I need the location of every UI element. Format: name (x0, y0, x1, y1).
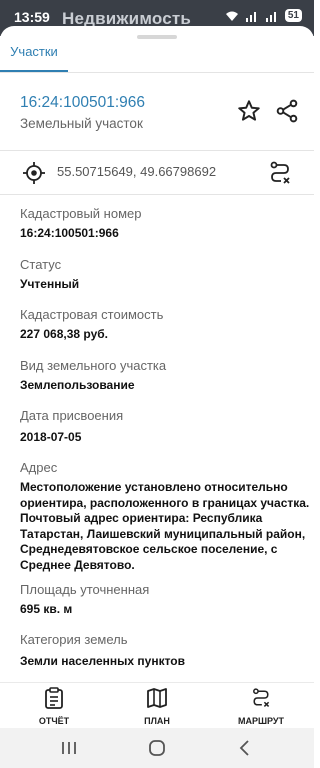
recent-apps-icon[interactable] (60, 738, 78, 758)
wifi-icon (225, 11, 238, 21)
status-time: 13:59 (14, 9, 50, 25)
field-value-address: Местоположение установлено относительно … (20, 480, 310, 572)
report-icon (45, 687, 63, 709)
share-icon[interactable] (274, 98, 300, 124)
field-label-area: Площадь уточненная (20, 582, 150, 597)
field-value-assignment-date: 2018-07-05 (20, 430, 82, 444)
nav-report[interactable]: ОТЧЁТ (36, 687, 72, 726)
nav-report-label: ОТЧЁТ (38, 716, 70, 726)
field-label-status: Статус (20, 257, 62, 272)
divider (0, 150, 314, 151)
field-value-area: 695 кв. м (20, 602, 73, 616)
field-label-address: Адрес (20, 460, 58, 475)
divider (0, 194, 314, 195)
parcel-type: Земельный участок (20, 116, 143, 131)
field-label-land-category: Категория земель (20, 632, 128, 647)
field-label-assignment-date: Дата присвоения (20, 408, 124, 423)
field-value-cadastral-value: 227 068,38 руб. (20, 327, 108, 341)
field-label-land-type: Вид земельного участка (20, 358, 167, 373)
status-icons: 51 (225, 9, 302, 22)
map-icon (147, 688, 167, 708)
location-target-icon[interactable] (22, 161, 46, 185)
favorite-star-icon[interactable] (236, 98, 262, 124)
cadastral-number-title: 16:24:100501:966 (20, 94, 145, 111)
drag-handle[interactable] (137, 35, 177, 39)
field-value-land-category: Земли населенных пунктов (20, 654, 186, 668)
field-value-cadastral-number: 16:24:100501:966 (20, 226, 119, 240)
system-navigation-bar (0, 728, 314, 768)
battery-indicator: 51 (284, 9, 302, 22)
tab-parcels[interactable]: Участки (0, 44, 68, 70)
signal-icon (245, 11, 256, 22)
nav-route-label: МАРШРУТ (237, 716, 285, 726)
signal-icon (265, 11, 276, 22)
nav-plan-label: ПЛАН (144, 716, 170, 726)
nav-plan[interactable]: ПЛАН (139, 687, 175, 726)
field-label-cadastral-number: Кадастровый номер (20, 206, 142, 221)
back-icon[interactable] (236, 738, 254, 758)
home-icon[interactable] (147, 738, 167, 758)
field-label-cadastral-value: Кадастровая стоимость (20, 307, 164, 322)
field-value-status: Учтенный (20, 277, 80, 291)
bottom-navigation: ОТЧЁТ ПЛАН МАРШРУТ (0, 682, 314, 729)
field-value-land-type: Землепользование (20, 378, 135, 392)
route-icon (253, 688, 270, 708)
nav-route[interactable]: МАРШРУТ (234, 687, 288, 726)
bottom-sheet: Участки 16:24:100501:966 Земельный участ… (0, 26, 314, 686)
divider (0, 72, 314, 73)
coordinates-text[interactable]: 55.50715649, 49.66798692 (57, 164, 216, 179)
route-icon[interactable] (268, 160, 292, 186)
